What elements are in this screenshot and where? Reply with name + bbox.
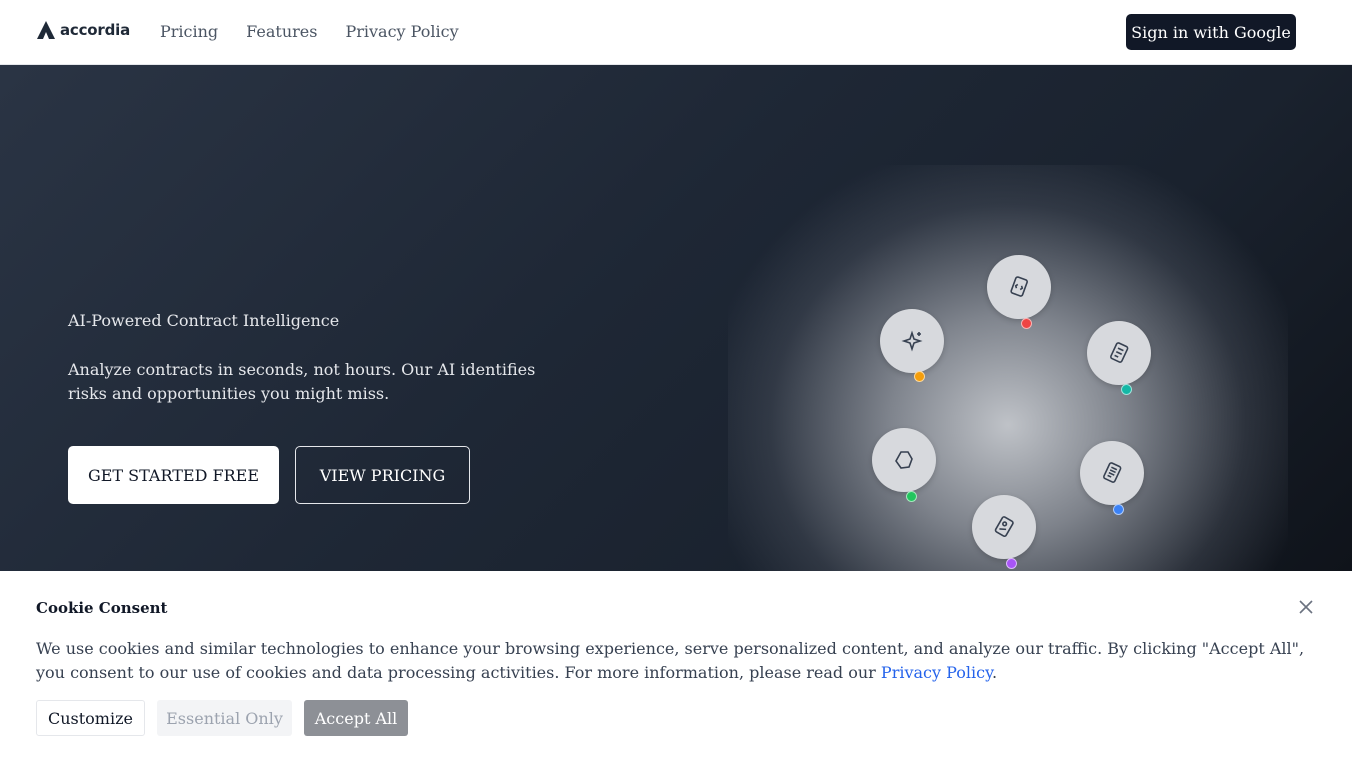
logo[interactable]: accordia (36, 20, 130, 40)
cookie-text-body: We use cookies and similar technologies … (36, 639, 1305, 682)
orbit-node-hexagon (872, 428, 936, 492)
orbit-node-lines (1080, 441, 1144, 505)
status-dot-blue (1113, 504, 1124, 515)
orbit-node-code (987, 255, 1051, 319)
get-started-button[interactable]: GET STARTED FREE (68, 446, 279, 504)
hexagon-icon (895, 451, 913, 469)
status-dot-green (906, 491, 917, 502)
essential-only-button[interactable]: Essential Only (157, 700, 292, 736)
document-table-icon (1110, 342, 1129, 363)
cookie-close-button[interactable] (1294, 595, 1318, 619)
cookie-consent-banner: Cookie Consent We use cookies and simila… (0, 571, 1352, 760)
document-code-icon (1010, 276, 1028, 297)
nav-link-pricing[interactable]: Pricing (160, 20, 218, 44)
customize-button[interactable]: Customize (36, 700, 145, 736)
cookie-description: We use cookies and similar technologies … (36, 637, 1326, 685)
main-nav: Pricing Features Privacy Policy (160, 20, 459, 44)
hero-section: AI-Powered Contract Intelligence Analyze… (0, 65, 1352, 571)
site-header: accordia Pricing Features Privacy Policy… (0, 0, 1352, 65)
status-dot-amber (914, 371, 925, 382)
nav-link-privacy-policy[interactable]: Privacy Policy (345, 20, 458, 44)
view-pricing-button[interactable]: VIEW PRICING (295, 446, 470, 504)
orbit-node-sparkle (880, 309, 944, 373)
status-dot-red (1021, 318, 1032, 329)
sign-in-google-button[interactable]: Sign in with Google (1126, 14, 1296, 50)
document-lines-icon (1103, 462, 1122, 483)
status-dot-teal (1121, 384, 1132, 395)
accept-all-button[interactable]: Accept All (304, 700, 408, 736)
orbit-node-signature (972, 495, 1036, 559)
hero-subtitle: Analyze contracts in seconds, not hours.… (68, 360, 536, 403)
cookie-text-end: . (991, 663, 998, 682)
cookie-title: Cookie Consent (36, 599, 168, 617)
logo-mark-icon (37, 21, 55, 39)
hero-eyebrow: AI-Powered Contract Intelligence (68, 311, 340, 330)
close-icon (1299, 600, 1313, 614)
orbit-node-table (1087, 321, 1151, 385)
sparkle-icon (901, 330, 923, 352)
cookie-privacy-link[interactable]: Privacy Policy (881, 663, 992, 682)
logo-text: accordia (60, 21, 131, 39)
document-signature-icon (994, 516, 1014, 537)
nav-link-features[interactable]: Features (246, 20, 317, 44)
status-dot-purple (1006, 558, 1017, 569)
